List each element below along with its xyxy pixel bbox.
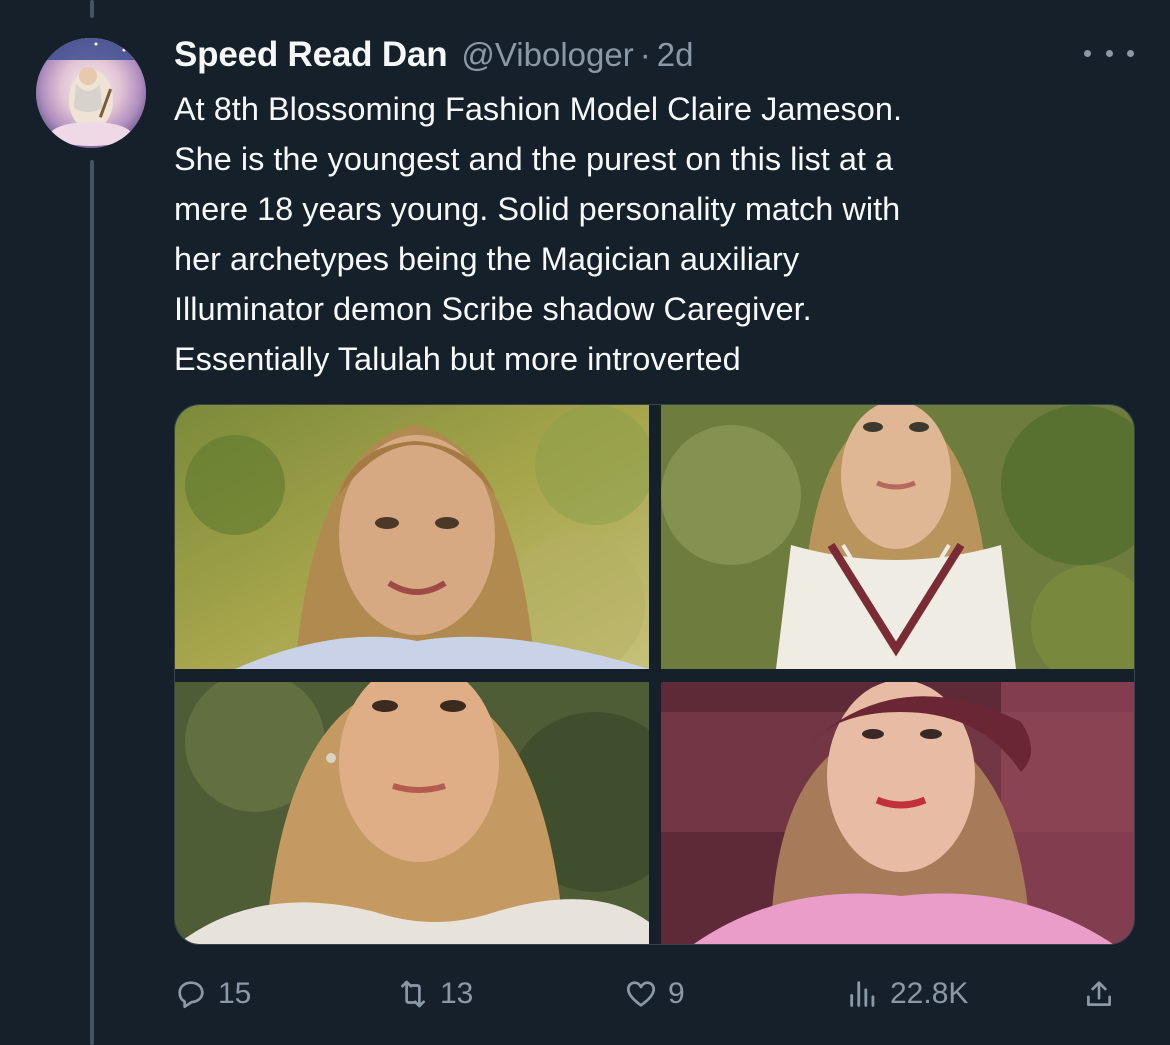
avatar-image (36, 38, 146, 148)
thread-line-top (90, 0, 94, 18)
reply-count: 15 (218, 977, 252, 1010)
reply-button[interactable]: 15 (174, 966, 251, 1022)
photo-4[interactable] (661, 682, 1134, 944)
tweet-text-line: her archetypes being the Magician auxili… (174, 241, 800, 277)
more-icon[interactable] (1084, 38, 1134, 68)
photo-2[interactable] (661, 405, 1134, 669)
thread-line-bottom (90, 160, 94, 1045)
share-icon (1087, 981, 1111, 1006)
tweet-actions: 15 13 9 22.8K (174, 966, 1134, 1022)
share-button[interactable] (1082, 966, 1116, 1022)
views-button[interactable]: 22.8K (846, 966, 968, 1022)
views-count: 22.8K (890, 977, 969, 1010)
tweet-text-line: Essentially Talulah but more introverted (174, 341, 741, 377)
tweet[interactable]: Speed Read Dan @Vibologer · 2d At 8th Bl… (0, 0, 1170, 1045)
retweet-count: 13 (440, 977, 474, 1010)
retweet-icon (401, 980, 425, 1008)
tweet-header: Speed Read Dan @Vibologer · 2d (174, 30, 693, 80)
reply-icon (178, 981, 204, 1009)
retweet-button[interactable]: 13 (396, 966, 473, 1022)
tweet-text-line: She is the youngest and the purest on th… (174, 141, 894, 177)
author-display-name[interactable]: Speed Read Dan (174, 35, 448, 75)
header-separator: · (639, 36, 651, 73)
views-icon (850, 981, 875, 1007)
media-grid (174, 404, 1135, 945)
like-button[interactable]: 9 (624, 966, 685, 1022)
photo-3[interactable] (175, 682, 649, 944)
tweet-text-line: At 8th Blossoming Fashion Model Claire J… (174, 91, 902, 127)
more-dot (1084, 49, 1091, 57)
tweet-text-line: Illuminator demon Scribe shadow Caregive… (174, 291, 812, 327)
author-handle[interactable]: @Vibologer (461, 36, 633, 74)
more-dot (1105, 49, 1113, 57)
tweet-text: At 8th Blossoming Fashion Model Claire J… (174, 84, 1104, 384)
tweet-timestamp[interactable]: 2d (657, 36, 694, 74)
tweet-text-line: mere 18 years young. Solid personality m… (174, 191, 901, 227)
avatar[interactable] (36, 38, 146, 148)
like-count: 9 (668, 977, 685, 1010)
photo-1[interactable] (175, 405, 649, 669)
heart-icon (626, 981, 656, 1007)
more-dot (1127, 49, 1134, 57)
